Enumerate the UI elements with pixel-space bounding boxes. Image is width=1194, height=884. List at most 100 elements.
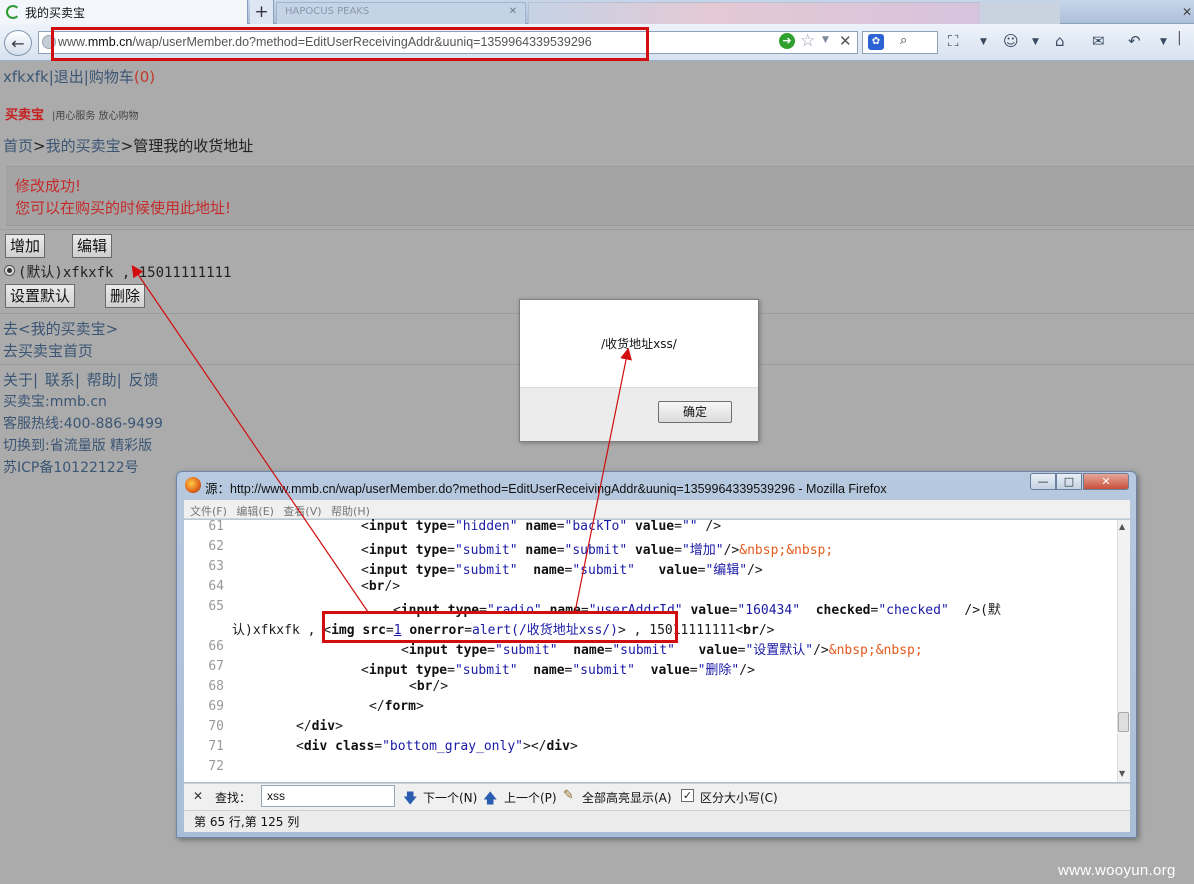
toolbar-separator: |: [1177, 30, 1182, 46]
new-tab-button[interactable]: +: [250, 0, 274, 24]
addon-icon[interactable]: ☺: [1003, 32, 1019, 50]
history-dropdown-icon[interactable]: ▼: [822, 35, 829, 45]
firefox-icon: [185, 477, 201, 493]
site-logo[interactable]: 买卖宝: [5, 104, 44, 123]
url-highlight-box: [51, 27, 649, 61]
delete-button[interactable]: 删除: [105, 284, 146, 308]
breadcrumb-current: 管理我的收货地址: [133, 137, 254, 155]
user-link[interactable]: xfkxfk: [3, 68, 49, 86]
tab-close-icon[interactable]: ✕: [509, 6, 517, 17]
logout-link[interactable]: 退出: [54, 68, 84, 86]
line-number: 69: [208, 699, 224, 714]
line-number: 66: [208, 639, 224, 654]
line-number: 72: [208, 759, 224, 774]
code-line: <input type="submit" name="submit" value…: [361, 543, 834, 558]
divider: [0, 229, 1194, 230]
bookmark-star-icon[interactable]: ☆: [800, 31, 815, 51]
home-icon[interactable]: ⌂: [1055, 32, 1065, 50]
find-label: 查找：: [215, 791, 252, 805]
code-line: <input type="hidden" name="backTo" value…: [361, 519, 722, 534]
top-links: xfkxfk|退出|购物车(0): [3, 68, 156, 86]
find-close-icon[interactable]: ✕: [193, 789, 203, 803]
code-line: <div class="bottom_gray_only"></div>: [296, 739, 578, 754]
scroll-down-icon[interactable]: ▼: [1119, 769, 1125, 778]
tab-title: 我的买卖宝: [25, 5, 86, 20]
breadcrumb-my[interactable]: 我的买卖宝: [46, 137, 121, 155]
search-icon[interactable]: ⌕: [900, 33, 907, 48]
go-my-link[interactable]: 去<我的买卖宝>: [3, 318, 118, 340]
edit-button[interactable]: 编辑: [72, 234, 113, 258]
code-line: <br/>: [409, 679, 449, 694]
watermark: www.wooyun.org: [1058, 862, 1176, 879]
share-icon[interactable]: ↶: [1128, 32, 1141, 50]
window-close-icon[interactable]: ✕: [1182, 0, 1194, 24]
highlighter-icon[interactable]: ✎: [563, 788, 574, 803]
footer-hotline: 客服热线:400-886-9499: [3, 416, 163, 432]
find-prev-button[interactable]: 上一个(P): [504, 789, 557, 806]
dropdown-icon-3[interactable]: ▼: [1160, 37, 1167, 47]
status-text: 第 65 行,第 125 列: [194, 815, 300, 829]
code-line: <input type="submit" name="submit" value…: [361, 563, 763, 578]
payload-highlight-box: [322, 611, 678, 643]
close-button[interactable]: ✕: [1083, 473, 1129, 490]
code-line: <br/>: [361, 579, 401, 594]
footer-links[interactable]: 关于| 联系| 帮助| 反馈: [3, 369, 158, 390]
tab-background-faded[interactable]: [528, 2, 988, 24]
line-number: 64: [208, 579, 224, 594]
line-number: 63: [208, 559, 224, 574]
dropdown-icon-2[interactable]: ▼: [1032, 37, 1039, 47]
tab-active[interactable]: 我的买卖宝: [0, 0, 248, 24]
find-input[interactable]: xss: [261, 785, 395, 807]
back-button[interactable]: ←: [4, 30, 32, 56]
footer-brand: 买卖宝:mmb.cn: [3, 394, 107, 410]
line-number: 65: [208, 599, 224, 614]
menu-items[interactable]: 文件(F) 编辑(E) 查看(V) 帮助(H): [190, 503, 370, 519]
tab-background-title: HAPOCUS PEAKS: [285, 6, 370, 17]
alert-ok-button[interactable]: 确定: [658, 401, 732, 423]
arrow-down-icon[interactable]: 🡇: [403, 788, 417, 812]
scroll-up-icon[interactable]: ▲: [1119, 522, 1125, 531]
success-message-line1: 修改成功!: [15, 177, 82, 195]
breadcrumb-home[interactable]: 首页: [3, 137, 33, 155]
line-number: 62: [208, 539, 224, 554]
tab-background[interactable]: HAPOCUS PEAKS ✕: [276, 2, 526, 24]
footer-version-switch[interactable]: 切换到:省流量版 精彩版: [3, 435, 152, 455]
mail-icon[interactable]: ✉: [1092, 32, 1105, 50]
stop-icon[interactable]: ✕: [839, 32, 852, 50]
status-bar: [184, 810, 1130, 832]
dropdown-icon[interactable]: ▼: [980, 37, 987, 47]
search-engine-icon[interactable]: ✿: [868, 34, 884, 50]
line-number: 70: [208, 719, 224, 734]
go-home-link[interactable]: 去买卖宝首页: [3, 340, 118, 362]
code-line: </div>: [296, 719, 343, 734]
maximize-button[interactable]: □: [1056, 473, 1082, 490]
line-number: 68: [208, 679, 224, 694]
address-radio[interactable]: [4, 265, 15, 276]
line-number: 61: [208, 519, 224, 534]
cart-link[interactable]: 购物车: [89, 68, 134, 86]
bottom-links: 去<我的买卖宝> 去买卖宝首页: [3, 318, 118, 362]
code-line: </form>: [369, 699, 424, 714]
minimize-button[interactable]: —: [1030, 473, 1056, 490]
cart-count: (0): [133, 68, 156, 86]
add-button[interactable]: 增加: [5, 234, 46, 258]
case-sensitive-label[interactable]: 区分大小写(C): [700, 789, 778, 806]
line-number: 67: [208, 659, 224, 674]
address-entry: (默认)xfkxfk , 15011111111: [18, 265, 232, 281]
arrow-up-icon[interactable]: 🡅: [483, 788, 497, 812]
site-slogan: |用心服务 放心购物: [52, 111, 139, 122]
tab-background-right[interactable]: [980, 2, 1060, 24]
vertical-scrollbar[interactable]: [1117, 520, 1130, 782]
case-sensitive-checkbox[interactable]: ✓: [681, 789, 694, 802]
highlight-all-button[interactable]: 全部高亮显示(A): [582, 789, 672, 806]
source-window-title: 源：http://www.mmb.cn/wap/userMember.do?me…: [205, 482, 887, 496]
go-icon[interactable]: ➜: [779, 33, 795, 49]
set-default-button[interactable]: 设置默认: [5, 284, 76, 308]
screenshot-icon[interactable]: ⛶: [948, 32, 959, 50]
line-number: 71: [208, 739, 224, 754]
alert-message: /收货地址xss/: [601, 337, 677, 351]
find-next-button[interactable]: 下一个(N): [423, 789, 477, 806]
code-line: <input type="submit" name="submit" value…: [361, 663, 755, 678]
success-message-line2: 您可以在购买的时候使用此地址!: [15, 199, 232, 217]
scrollbar-thumb[interactable]: [1118, 712, 1129, 732]
